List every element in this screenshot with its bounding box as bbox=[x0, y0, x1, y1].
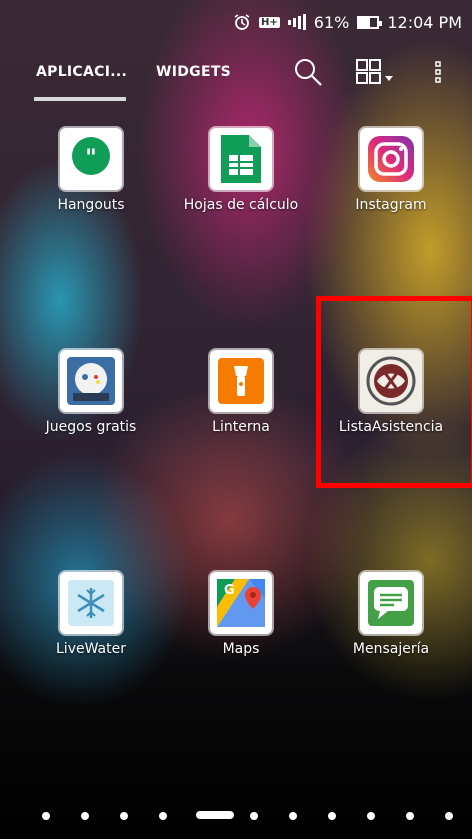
page-dot[interactable] bbox=[289, 812, 297, 820]
app-drawer-tabbar: APLICACI... WIDGETS bbox=[0, 44, 472, 104]
messaging-icon bbox=[360, 572, 422, 634]
page-dot-active[interactable] bbox=[196, 811, 234, 819]
app-livewater[interactable]: LiveWater bbox=[16, 572, 166, 657]
games-icon bbox=[60, 350, 122, 412]
tab-apps[interactable]: APLICACI... bbox=[36, 64, 127, 80]
sheets-icon bbox=[210, 128, 272, 190]
network-type-badge: H+ bbox=[259, 16, 280, 28]
app-hangouts[interactable]: " Hangouts bbox=[16, 128, 166, 213]
active-tab-indicator bbox=[34, 97, 126, 101]
alarm-icon bbox=[233, 13, 251, 31]
page-dot[interactable] bbox=[42, 812, 50, 820]
app-label: Linterna bbox=[212, 419, 270, 435]
livewater-icon bbox=[60, 572, 122, 634]
app-instagram[interactable]: Instagram bbox=[316, 128, 466, 213]
search-icon[interactable] bbox=[292, 56, 324, 92]
app-mensajeria[interactable]: Mensajería bbox=[316, 572, 466, 657]
app-label: Maps bbox=[222, 641, 260, 657]
grid-view-icon[interactable] bbox=[355, 56, 399, 92]
clock: 12:04 PM bbox=[387, 12, 462, 32]
page-dot[interactable] bbox=[328, 812, 336, 820]
page-dot[interactable] bbox=[445, 812, 453, 820]
page-dot[interactable] bbox=[406, 812, 414, 820]
app-label: Instagram bbox=[355, 197, 427, 213]
page-dot[interactable] bbox=[159, 812, 167, 820]
page-dot[interactable] bbox=[250, 812, 258, 820]
signal-icon bbox=[287, 14, 306, 30]
app-sheets[interactable]: Hojas de cálculo bbox=[166, 128, 316, 213]
page-dot[interactable] bbox=[367, 812, 375, 820]
app-label: Hangouts bbox=[57, 197, 125, 213]
app-linterna[interactable]: Linterna bbox=[166, 350, 316, 435]
more-options-icon[interactable] bbox=[433, 56, 443, 92]
app-label: Juegos gratis bbox=[45, 419, 137, 435]
app-maps[interactable]: G Maps bbox=[166, 572, 316, 657]
page-dot[interactable] bbox=[81, 812, 89, 820]
tab-widgets[interactable]: WIDGETS bbox=[156, 64, 231, 80]
instagram-icon bbox=[360, 128, 422, 190]
svg-text:": " bbox=[85, 146, 96, 171]
svg-text:G: G bbox=[224, 583, 235, 598]
maps-icon: G bbox=[210, 572, 272, 634]
hangouts-icon: " bbox=[60, 128, 122, 190]
app-juegos-gratis[interactable]: Juegos gratis bbox=[16, 350, 166, 435]
app-label: Mensajería bbox=[352, 641, 430, 657]
app-label: Hojas de cálculo bbox=[183, 197, 299, 213]
battery-percent: 61% bbox=[313, 12, 350, 32]
flashlight-icon bbox=[210, 350, 272, 412]
app-label: LiveWater bbox=[56, 641, 126, 657]
page-indicator bbox=[0, 805, 472, 825]
battery-icon bbox=[357, 15, 383, 29]
selection-highlight-box bbox=[316, 296, 472, 488]
status-bar: H+ 61% 12:04 PM bbox=[0, 0, 472, 44]
page-dot[interactable] bbox=[120, 812, 128, 820]
